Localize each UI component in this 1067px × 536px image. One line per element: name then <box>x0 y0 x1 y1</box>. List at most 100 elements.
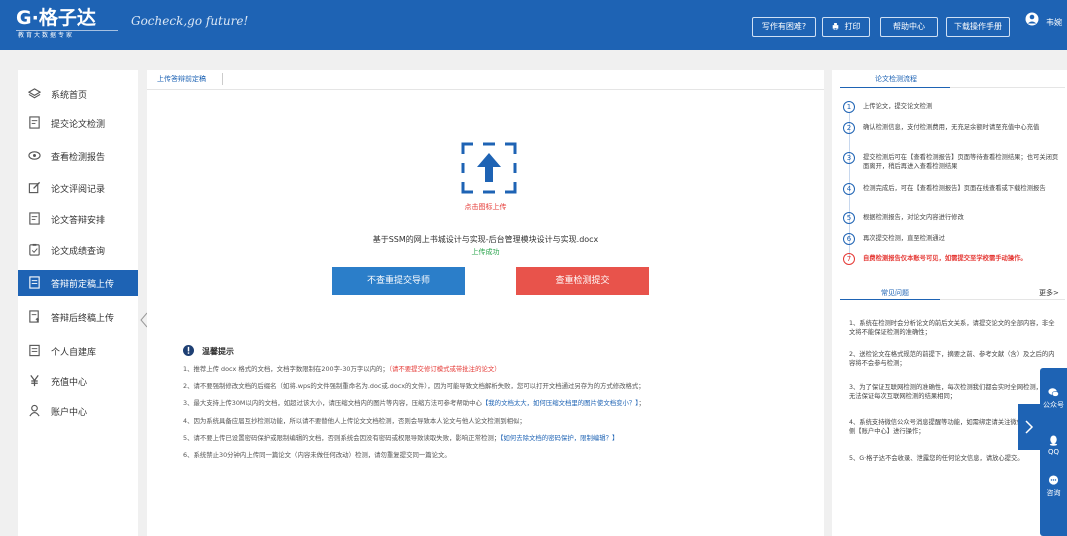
download-manual-label: 下载操作手册 <box>954 22 1002 31</box>
flow-title[interactable]: 论文检测流程 <box>875 74 917 84</box>
step-text: 上传论文，提交论文检测 <box>863 103 933 110</box>
sidebar-item-review-records[interactable]: 论文评阅记录 <box>18 175 138 201</box>
writing-help-button[interactable]: 写作有困难? <box>752 17 816 37</box>
document-icon <box>29 212 40 225</box>
sidebar-item-account[interactable]: 账户中心 <box>18 398 138 424</box>
sidebar-item-label: 个人自建库 <box>51 348 97 358</box>
sidebar-item-label: 查看检测报告 <box>51 153 106 163</box>
logo-sub: 教育大数据专家 <box>16 30 118 40</box>
faq-title-underline <box>840 299 940 300</box>
logo-main: G·格子达 <box>16 7 96 29</box>
sidebar-item-post-defense-upload[interactable]: 答辩后终稿上传 <box>18 304 138 330</box>
step-text: 再次提交检测，直至检测通过 <box>863 235 945 242</box>
tab-divider <box>222 73 223 85</box>
step-number: 5 <box>843 212 855 224</box>
qq-icon <box>1049 435 1058 446</box>
tip-text: 1、推荐上传 docx 格式的文档，文档字数限制在200字-30万字以内的； <box>183 365 389 373</box>
sidebar-item-label: 论文成绩查询 <box>51 247 106 257</box>
sidebar-item-label: 提交论文检测 <box>51 120 106 130</box>
sidebar-item-label: 论文评阅记录 <box>51 185 106 195</box>
tip-text: 2、请不要强制修改文档的后缀名（如将.wps的文件强制重命名为.doc或.doc… <box>183 382 645 390</box>
faq-title-divider <box>940 299 1065 300</box>
step-text: 确认检测信息，支付检测费用，无充足余额时请至充值中心充值 <box>863 124 1040 131</box>
step-text: 根据检测报告，对论文内容进行修改 <box>863 214 964 221</box>
compress-images-link[interactable]: 【我的文档太大，如何压缩文档里的图片使文档变小？】 <box>482 399 639 407</box>
sidebar-item-grade-query[interactable]: 论文成绩查询 <box>18 237 138 263</box>
print-button[interactable]: 打印 <box>822 17 870 37</box>
tip-tail: ； <box>638 399 645 407</box>
sidebar-item-label: 答辩后终稿上传 <box>51 314 115 324</box>
sidebar: 系统首页 提交论文检测 查看检测报告 论文评阅记录 论文答辩安排 论文成绩查询 … <box>18 70 138 536</box>
sidebar-item-label: 账户中心 <box>51 408 88 418</box>
library-icon <box>29 344 40 357</box>
tip-item: 5、请不要上传已设置密码保护或限制编辑的文档，否则系统会因没有密码或权限导致读取… <box>183 433 618 442</box>
slogan: Gocheck,go future! <box>131 14 249 28</box>
wechat-official-label: 公众号 <box>1043 401 1064 409</box>
step-number: 6 <box>843 233 855 245</box>
sidebar-item-personal-library[interactable]: 个人自建库 <box>18 338 138 364</box>
tip-warning: （请不要提交修订模式或带批注的论文） <box>388 365 501 373</box>
step-number: 4 <box>843 183 855 195</box>
user-avatar-icon[interactable] <box>1025 12 1039 28</box>
upload-icon[interactable] <box>461 142 517 194</box>
help-center-label: 帮助中心 <box>893 22 925 31</box>
sidebar-item-pre-defense-upload[interactable]: 答辩前定稿上传 <box>18 270 138 296</box>
tip-text: 5、请不要上传已设置密码保护或限制编辑的文档，否则系统会因没有密码或权限导致读取… <box>183 434 501 442</box>
sidebar-item-view-report[interactable]: 查看检测报告 <box>18 143 138 169</box>
wechat-official-button[interactable]: 公众号 <box>1040 380 1067 422</box>
tip-item: 2、请不要强制修改文档的后缀名（如将.wps的文件强制重命名为.doc或.doc… <box>183 381 645 390</box>
sidebar-item-label: 充值中心 <box>51 378 88 388</box>
consult-label: 咨询 <box>1046 489 1061 497</box>
faq-item: 1、系统在检测时会分析论文的前后文关系，请提交论文的全部内容，非全文将不能保证检… <box>849 320 1055 336</box>
user-icon <box>29 404 40 417</box>
tip-text: 6、系统禁止30分钟内上传同一篇论文（内容未做任何改动）检测，请勿重复提交同一篇… <box>183 451 451 459</box>
yen-icon <box>30 375 39 387</box>
upload-hint: 点击图标上传 <box>464 203 507 211</box>
step-number: 7 <box>843 253 855 265</box>
step-number: 3 <box>843 152 855 164</box>
upload-status: 上传成功 <box>471 248 500 256</box>
tip-item: 6、系统禁止30分钟内上传同一篇论文（内容未做任何改动）检测，请勿重复提交同一篇… <box>183 450 451 459</box>
faq-more-link[interactable]: 更多> <box>1039 288 1059 298</box>
flow-title-divider <box>950 87 1065 88</box>
step-text: 提交检测后可在【查看检测报告】页面等待查看检测结果；也可关闭页面离开，稍后再进入… <box>863 154 1059 170</box>
upload-document-icon <box>29 276 40 289</box>
tab-pre-defense-upload[interactable]: 上传答辩前定稿 <box>157 74 206 84</box>
submit-without-check-button[interactable]: 不查重提交导师 <box>332 267 465 295</box>
flow-title-underline <box>840 87 950 88</box>
qq-label: QQ <box>1047 448 1060 456</box>
tip-item: 4、因为系统具备应届互抄检测功能，所以请不要替他人上传论文文档检测，否则会导致本… <box>183 416 526 425</box>
tip-item: 1、推荐上传 docx 格式的文档，文档字数限制在200字-30万字以内的；（请… <box>183 364 501 373</box>
document-icon <box>29 116 40 129</box>
wechat-icon <box>1048 388 1059 397</box>
consult-button[interactable]: 咨询 <box>1040 468 1067 510</box>
step-number: 1 <box>843 101 855 113</box>
logo[interactable]: G·格子达 教育大数据专家 <box>16 7 118 43</box>
sidebar-item-label: 答辩前定稿上传 <box>51 280 115 290</box>
sidebar-item-recharge[interactable]: 充值中心 <box>18 368 138 394</box>
writing-help-label: 写作有困难? <box>761 22 807 31</box>
download-manual-button[interactable]: 下载操作手册 <box>946 17 1010 37</box>
float-collapse-toggle[interactable] <box>1018 404 1040 450</box>
submit-with-check-button[interactable]: 查重检测提交 <box>516 267 649 295</box>
upload-document-icon <box>29 310 40 323</box>
tab-underline <box>147 89 824 90</box>
chevron-right-icon <box>1025 420 1034 434</box>
sidebar-item-submit-check[interactable]: 提交论文检测 <box>18 110 138 136</box>
qq-button[interactable]: QQ <box>1040 428 1067 470</box>
faq-item: 3、为了保证互联网检测的准确性，每次检测我们都会实时全网检测，因此无法保证每次互… <box>849 384 1055 400</box>
faq-item: 2、送检论文在格式规范的前提下，摘要之前、参考文献（含）及之后的内容将不会参与检… <box>849 351 1055 367</box>
tips-title: 温馨提示 <box>202 347 234 356</box>
sidebar-item-label: 论文答辩安排 <box>51 216 106 226</box>
remove-password-link[interactable]: 【如何去除文档的密码保护，限制编辑？】 <box>500 434 618 442</box>
sidebar-item-home[interactable]: 系统首页 <box>18 81 138 107</box>
main-panel: 上传答辩前定稿 点击图标上传 基于SSM的网上书城设计与实现-后台管理模块设计与… <box>147 70 824 536</box>
help-center-button[interactable]: 帮助中心 <box>880 17 938 37</box>
eye-icon <box>28 151 41 160</box>
user-name[interactable]: 韦婉 <box>1046 17 1066 28</box>
tip-item: 3、最大支持上传30M以内的文档，如超过该大小，请压缩文档内的图片等内容，压缩方… <box>183 398 645 407</box>
layers-icon <box>28 88 41 99</box>
faq-title[interactable]: 常见问题 <box>881 288 909 298</box>
sidebar-item-defense-schedule[interactable]: 论文答辩安排 <box>18 206 138 232</box>
sidebar-item-label: 系统首页 <box>51 91 88 101</box>
